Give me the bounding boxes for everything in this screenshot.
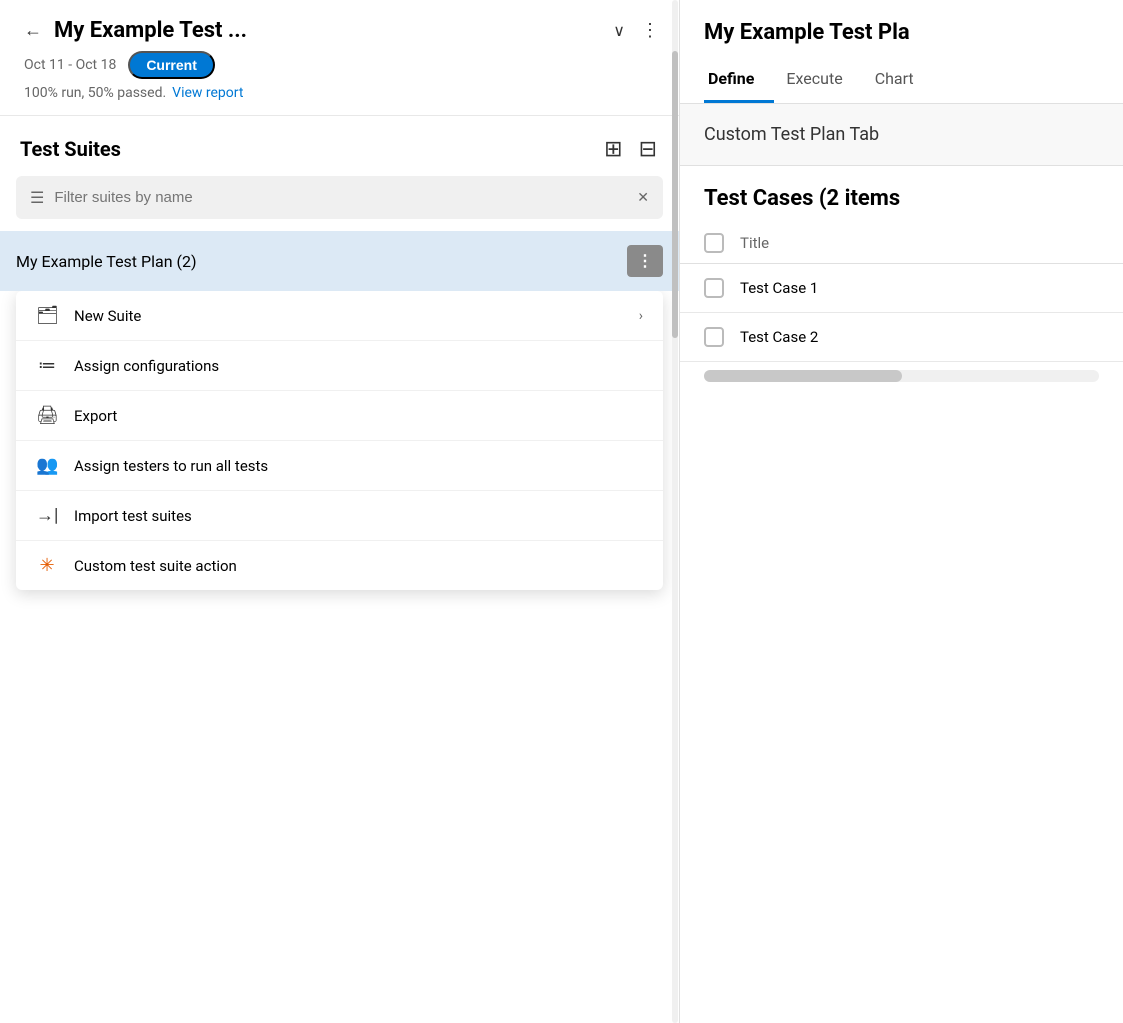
tab-execute[interactable]: Execute	[782, 61, 862, 103]
suite-item-label: My Example Test Plan (2)	[16, 252, 627, 271]
back-button[interactable]: ←	[20, 20, 46, 41]
menu-item-3[interactable]: 👥 Assign testers to run all tests	[16, 441, 663, 491]
filter-icon: ☰	[30, 188, 44, 207]
menu-item-icon-0: 🗂	[36, 305, 58, 326]
header-section: ← My Example Test ... ∨ ⋮ Oct 11 - Oct 1…	[0, 0, 679, 116]
menu-item-icon-2: 🖨	[36, 405, 58, 426]
more-options-icon[interactable]: ⋮	[641, 20, 659, 41]
suite-more-button[interactable]: ⋮	[627, 245, 663, 277]
menu-item-icon-5: ✳	[36, 555, 58, 576]
test-case-name-0: Test Case 1	[740, 279, 818, 297]
view-report-link[interactable]: View report	[172, 85, 243, 101]
horizontal-scrollbar[interactable]	[704, 370, 1099, 382]
horizontal-scrollbar-thumb	[704, 370, 902, 382]
date-range-text: Oct 11 - Oct 18	[24, 57, 116, 73]
menu-item-label-2: Export	[74, 407, 117, 425]
menu-item-1[interactable]: ≔ Assign configurations	[16, 341, 663, 391]
left-panel: ← My Example Test ... ∨ ⋮ Oct 11 - Oct 1…	[0, 0, 680, 1023]
expand-all-button[interactable]: ⊞	[602, 134, 624, 164]
test-case-checkbox-1[interactable]	[704, 327, 724, 347]
test-cases-section: Test Cases (2 items Title Test Case 1Tes…	[680, 166, 1123, 1023]
tab-chart[interactable]: Chart	[871, 61, 934, 103]
menu-item-label-0: New Suite	[74, 307, 141, 325]
menu-item-icon-4: →|	[36, 505, 58, 526]
menu-item-label-4: Import test suites	[74, 507, 192, 525]
select-all-checkbox[interactable]	[704, 233, 724, 253]
suite-more-dots-icon: ⋮	[637, 251, 653, 271]
custom-tab-section: Custom Test Plan Tab	[680, 104, 1123, 166]
suites-header: Test Suites ⊞ ⊟	[0, 116, 679, 176]
test-case-name-1: Test Case 2	[740, 328, 818, 346]
custom-tab-label: Custom Test Plan Tab	[704, 124, 879, 145]
stats-text: 100% run, 50% passed.	[24, 85, 166, 101]
menu-item-4[interactable]: →| Import test suites	[16, 491, 663, 541]
test-suites-title: Test Suites	[20, 137, 590, 161]
test-cases-title: Test Cases (2 items	[704, 186, 900, 211]
chevron-down-icon[interactable]: ∨	[613, 21, 625, 40]
suite-item[interactable]: My Example Test Plan (2) ⋮	[0, 231, 679, 291]
title-column-header: Title	[740, 234, 769, 252]
menu-item-label-3: Assign testers to run all tests	[74, 457, 268, 475]
filter-container: ☰ ✕	[16, 176, 663, 219]
tabs-row: DefineExecuteChart	[704, 61, 1099, 103]
menu-item-label-5: Custom test suite action	[74, 557, 237, 575]
menu-item-5[interactable]: ✳ Custom test suite action	[16, 541, 663, 590]
right-panel: My Example Test Pla DefineExecuteChart C…	[680, 0, 1123, 1023]
clear-filter-icon[interactable]: ✕	[637, 190, 649, 206]
menu-item-label-1: Assign configurations	[74, 357, 219, 375]
collapse-all-button[interactable]: ⊟	[637, 134, 659, 164]
right-header: My Example Test Pla DefineExecuteChart	[680, 0, 1123, 104]
test-case-row-1[interactable]: Test Case 2	[680, 313, 1123, 362]
context-menu: 🗂 New Suite › ≔ Assign configurations 🖨 Export…	[16, 291, 663, 590]
current-badge[interactable]: Current	[128, 51, 215, 79]
menu-item-icon-1: ≔	[36, 355, 58, 376]
right-panel-title: My Example Test Pla	[704, 20, 1099, 45]
test-cases-list: Test Case 1 Test Case 2	[680, 264, 1123, 362]
stats-row: 100% run, 50% passed. View report	[20, 85, 659, 101]
date-row: Oct 11 - Oct 18 Current	[20, 51, 659, 79]
menu-item-2[interactable]: 🖨 Export	[16, 391, 663, 441]
tab-define[interactable]: Define	[704, 61, 774, 103]
plan-title: My Example Test ...	[54, 18, 605, 43]
menu-item-arrow-0: ›	[639, 308, 643, 324]
test-case-row-0[interactable]: Test Case 1	[680, 264, 1123, 313]
header-top: ← My Example Test ... ∨ ⋮	[20, 18, 659, 43]
test-cases-column-header: Title	[680, 223, 1123, 264]
test-case-checkbox-0[interactable]	[704, 278, 724, 298]
filter-suites-input[interactable]	[54, 189, 627, 206]
test-cases-header: Test Cases (2 items	[680, 186, 1123, 223]
menu-item-0[interactable]: 🗂 New Suite ›	[16, 291, 663, 341]
menu-item-icon-3: 👥	[36, 455, 58, 476]
